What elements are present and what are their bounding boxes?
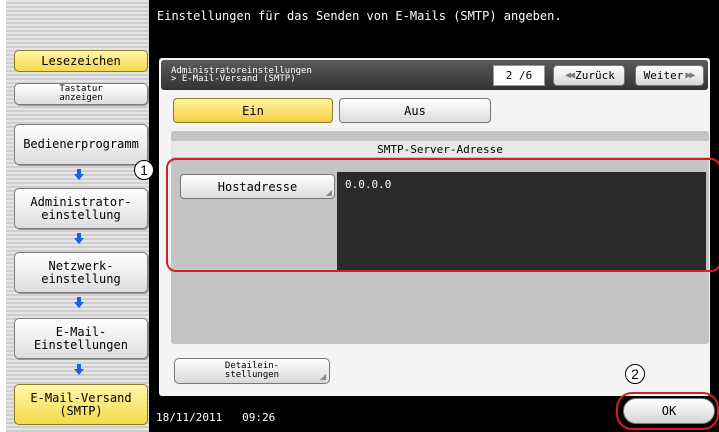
- callout-highlight-ok-button: [616, 392, 719, 430]
- callout-highlight-host-address: [166, 158, 719, 272]
- status-datetime: 18/11/2011 09:26: [156, 411, 275, 424]
- control-panel-screen: Lesezeichen Tastatur anzeigen Bedienerpr…: [0, 0, 719, 432]
- status-date: 18/11/2011: [156, 411, 223, 424]
- step-arrow-down-icon: [74, 169, 84, 181]
- sidebar-item-email-sending-smtp[interactable]: E-Mail-Versand (SMTP): [14, 384, 148, 425]
- callout-number-1: 1: [134, 160, 154, 180]
- sidebar-item-operator-program[interactable]: Bedienerprogramm: [14, 124, 148, 165]
- sidebar-item-network-settings[interactable]: Netzwerk- einstellung: [14, 252, 148, 293]
- instruction-text: Einstellungen für das Senden von E-Mails…: [157, 9, 562, 23]
- page-indicator: 2 /6: [493, 65, 545, 86]
- on-toggle-button[interactable]: Ein: [173, 98, 333, 123]
- next-button-label: Weiter: [643, 69, 684, 82]
- smtp-server-header: SMTP-Server-Adresse: [171, 141, 709, 157]
- callout-number-2: 2: [625, 364, 645, 384]
- breadcrumb: Administratoreinstellungen > E-Mail-Vers…: [161, 60, 708, 90]
- step-arrow-down-icon: [74, 364, 84, 376]
- bookmark-button[interactable]: Lesezeichen: [14, 50, 148, 72]
- off-toggle-button[interactable]: Aus: [339, 98, 491, 123]
- step-arrow-down-icon: [74, 233, 84, 245]
- next-button[interactable]: Weiter ▶▶: [635, 65, 704, 86]
- double-left-arrow-icon: ◀◀: [565, 70, 575, 81]
- detail-settings-button[interactable]: Detailein- stellungen: [174, 358, 330, 384]
- status-time: 09:26: [242, 411, 276, 424]
- double-right-arrow-icon: ▶▶: [685, 70, 695, 81]
- breadcrumb-text: Administratoreinstellungen > E-Mail-Vers…: [171, 66, 312, 84]
- step-arrow-down-icon: [74, 297, 84, 309]
- show-keyboard-button[interactable]: Tastatur anzeigen: [14, 83, 148, 105]
- sidebar-item-email-settings[interactable]: E-Mail- Einstellungen: [14, 318, 148, 359]
- back-button-label: Zurück: [575, 69, 615, 82]
- sidebar: Lesezeichen Tastatur anzeigen Bedienerpr…: [6, 0, 149, 432]
- back-button[interactable]: ◀◀ Zurück: [553, 65, 625, 86]
- sidebar-item-administrator-settings[interactable]: Administrator- einstellung: [14, 188, 148, 229]
